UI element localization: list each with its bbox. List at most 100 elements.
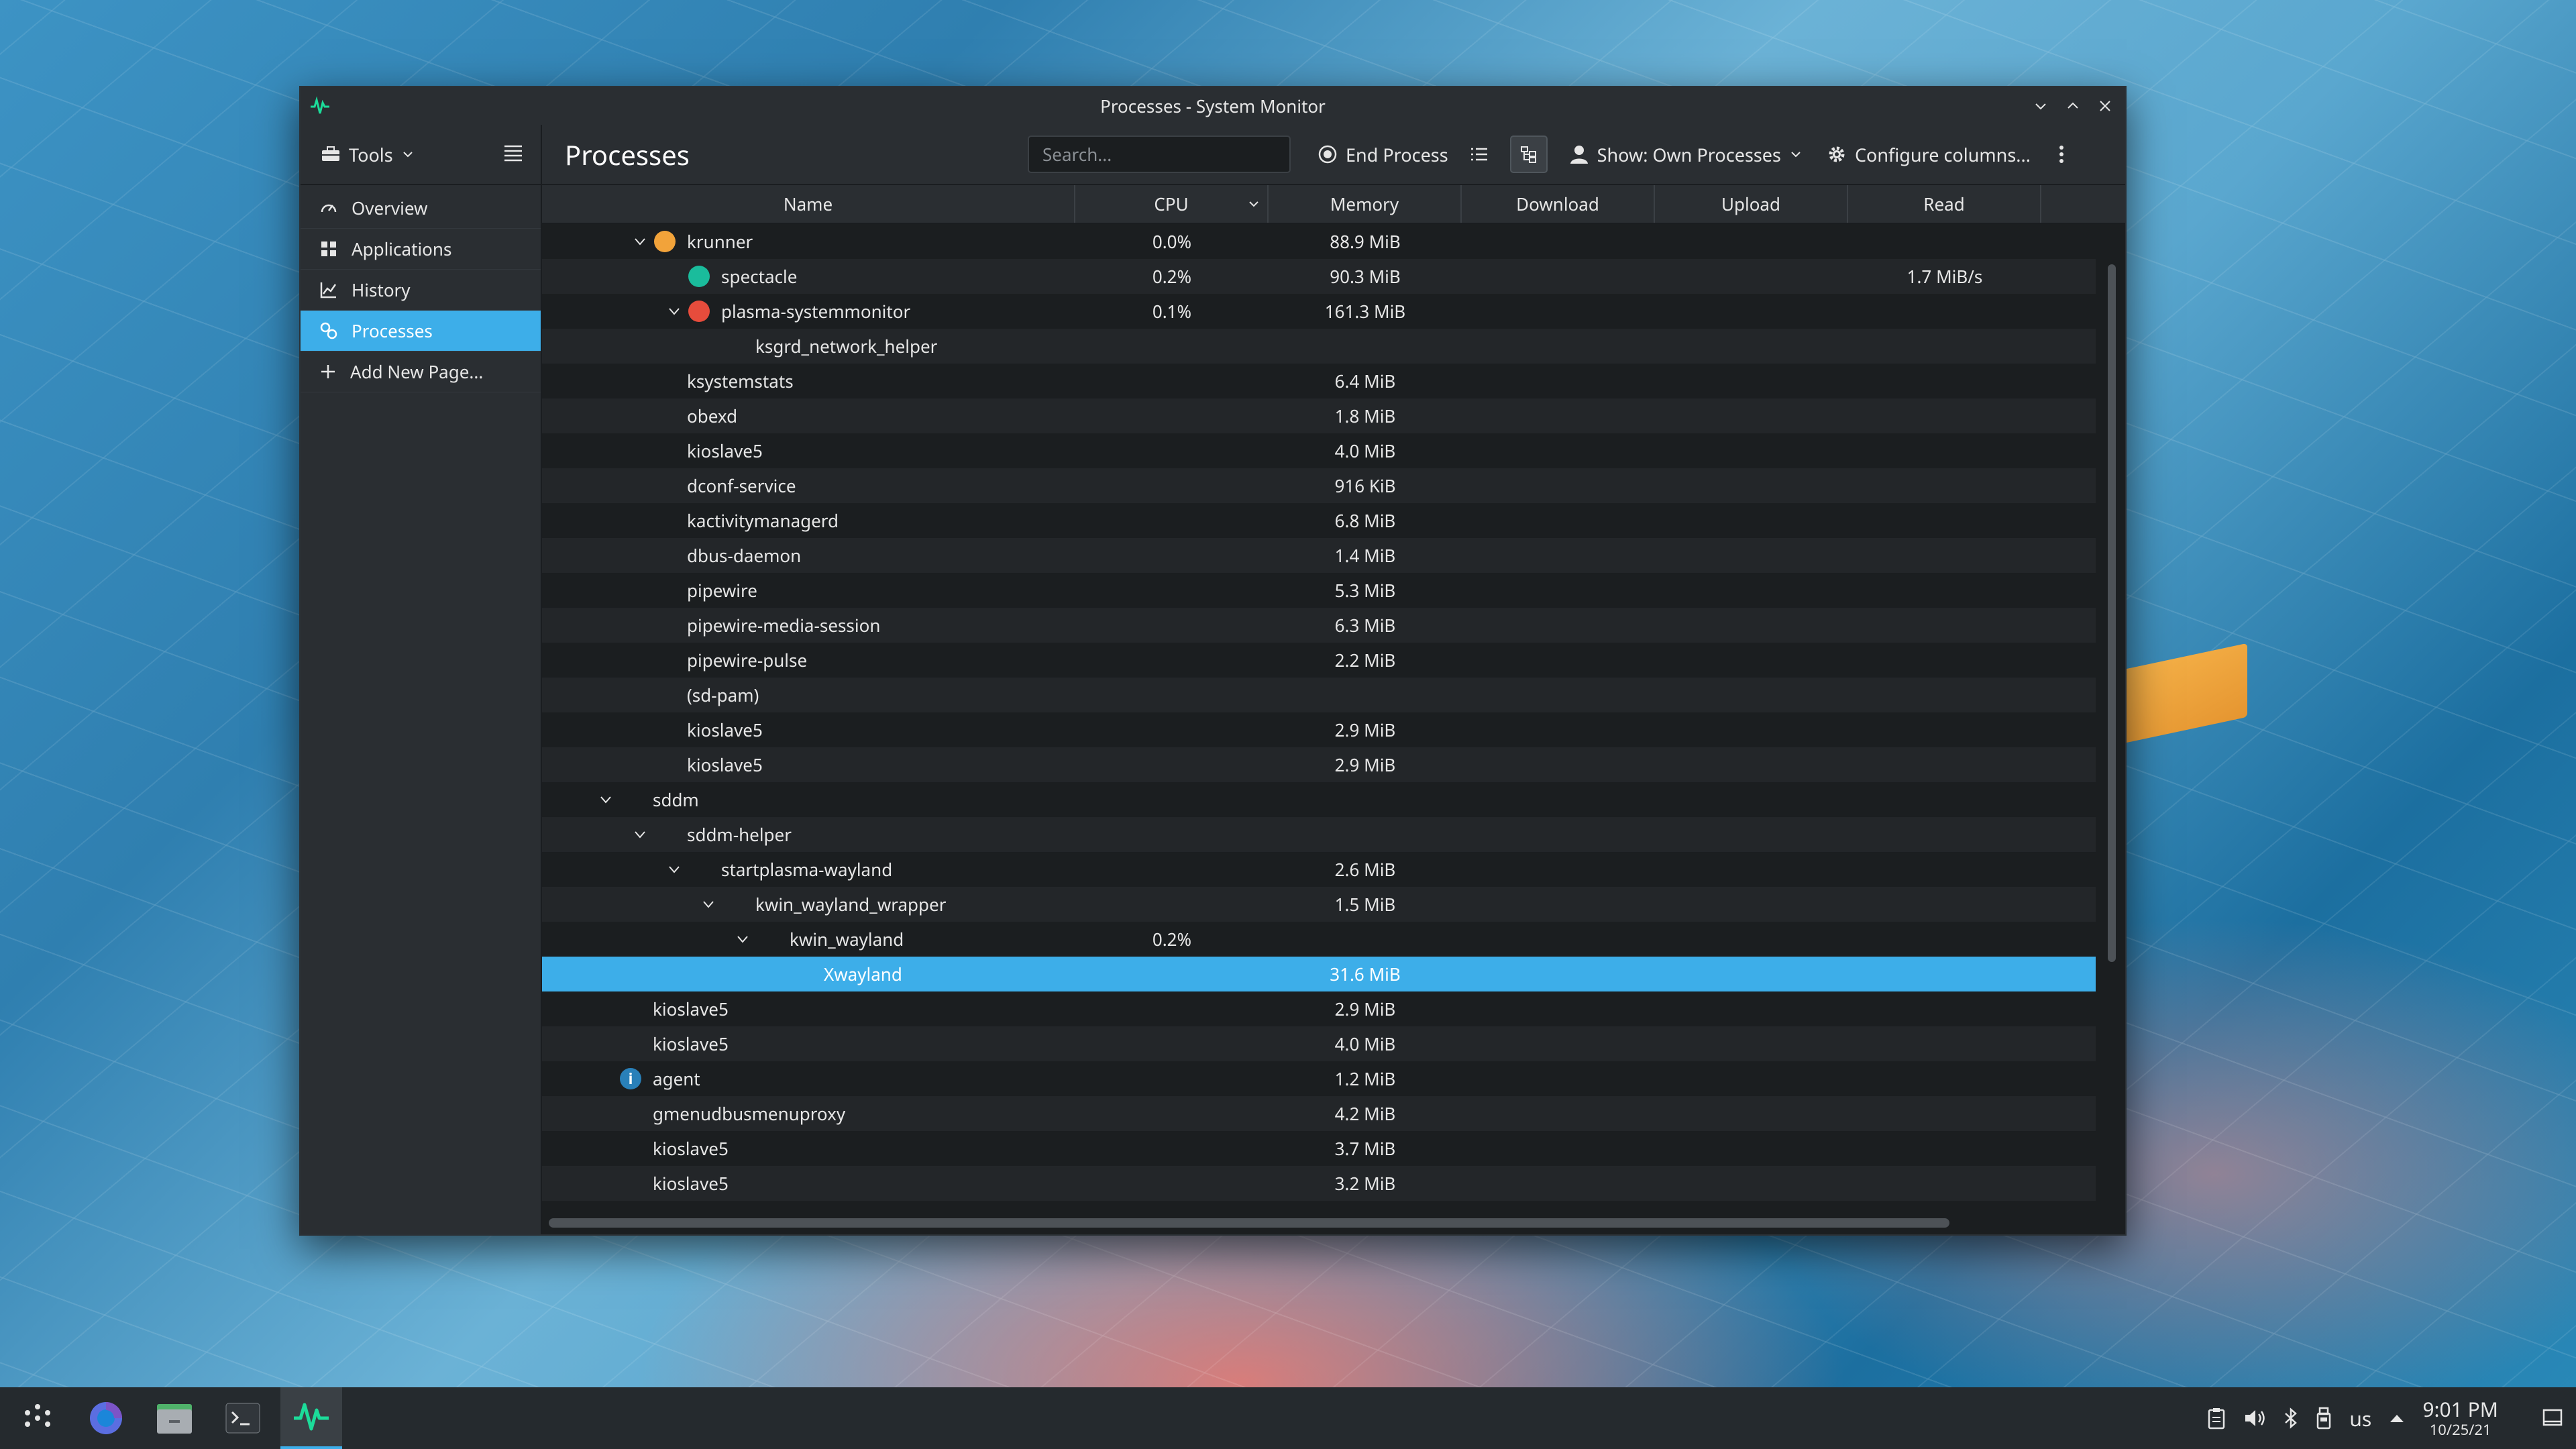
chevron-down-icon: [1791, 152, 1801, 158]
process-row[interactable]: startplasma-wayland 2.6 MiB: [542, 852, 2096, 887]
stop-circle-icon: [1318, 145, 1337, 164]
clipboard-icon[interactable]: [2207, 1407, 2226, 1430]
process-row[interactable]: kioslave5 4.0 MiB: [542, 1026, 2096, 1061]
process-row[interactable]: kioslave5 3.7 MiB: [542, 1131, 2096, 1166]
column-header-cpu[interactable]: CPU: [1075, 185, 1269, 223]
volume-icon[interactable]: [2243, 1408, 2266, 1428]
bluetooth-icon[interactable]: [2284, 1407, 2298, 1429]
process-row[interactable]: kioslave5 4.0 MiB: [542, 433, 2096, 468]
process-row[interactable]: plasma-systemmonitor 0.1% 161.3 MiB: [542, 294, 2096, 329]
show-processes-filter[interactable]: Show: Own Processes: [1557, 136, 1815, 173]
process-name-cell: plasma-systemmonitor: [542, 294, 1075, 329]
expand-chevron-icon[interactable]: [735, 931, 751, 947]
chart-icon: [320, 282, 337, 299]
close-button[interactable]: [2092, 93, 2118, 119]
search-input[interactable]: Search...: [1028, 136, 1291, 173]
process-row[interactable]: sddm: [542, 782, 2096, 817]
vertical-scrollbar[interactable]: [2101, 224, 2121, 1205]
process-row[interactable]: kioslave5 3.2 MiB: [542, 1166, 2096, 1201]
tray-expand-icon[interactable]: [2389, 1412, 2405, 1424]
process-name-cell: pipewire: [542, 573, 1075, 608]
column-header-memory[interactable]: Memory: [1269, 185, 1462, 223]
process-row[interactable]: kwin_wayland 0.2%: [542, 922, 2096, 957]
column-header-upload[interactable]: Upload: [1655, 185, 1848, 223]
process-name-cell: kioslave5: [542, 991, 1075, 1026]
title-bar[interactable]: Processes - System Monitor: [301, 87, 2125, 125]
taskbar-terminal[interactable]: [212, 1387, 274, 1449]
memory-cell: 6.3 MiB: [1334, 613, 1396, 637]
application-launcher-button[interactable]: [7, 1387, 68, 1449]
removable-device-icon[interactable]: [2316, 1407, 2332, 1430]
process-row[interactable]: ksgrd_network_helper: [542, 329, 2096, 364]
system-tray: us 9:01 PM 10/25/21: [2207, 1387, 2563, 1449]
process-name-cell: ksystemstats: [542, 364, 1075, 398]
minimize-button[interactable]: [2027, 93, 2054, 119]
process-row[interactable]: ksystemstats 6.4 MiB: [542, 364, 2096, 398]
gear-icon: [1829, 146, 1845, 162]
process-name: kwin_wayland: [790, 927, 904, 951]
process-row[interactable]: Xwayland 31.6 MiB: [542, 957, 2096, 991]
process-row[interactable]: kactivitymanagerd 6.8 MiB: [542, 503, 2096, 538]
expand-chevron-icon[interactable]: [598, 792, 614, 808]
keyboard-layout-indicator[interactable]: us: [2349, 1405, 2371, 1432]
process-row[interactable]: krunner 0.0% 88.9 MiB: [542, 224, 2096, 259]
system-monitor-window: Processes - System Monitor Tools Process…: [299, 86, 2127, 1236]
memory-cell: 5.3 MiB: [1334, 578, 1396, 602]
process-row[interactable]: kioslave5 2.9 MiB: [542, 991, 2096, 1026]
horizontal-scrollbar[interactable]: [546, 1214, 1955, 1230]
configure-columns-button[interactable]: Configure columns...: [1815, 136, 2043, 173]
process-row[interactable]: pipewire-media-session 6.3 MiB: [542, 608, 2096, 643]
chevron-up-icon: [2068, 102, 2078, 109]
column-header-download[interactable]: Download: [1462, 185, 1655, 223]
sidebar-item-label: Overview: [352, 196, 428, 220]
toolbar: Tools Processes Search... End Process Sh…: [301, 125, 2125, 185]
process-row[interactable]: kioslave5 2.9 MiB: [542, 712, 2096, 747]
expand-chevron-icon[interactable]: [666, 861, 682, 877]
process-row[interactable]: pipewire-pulse 2.2 MiB: [542, 643, 2096, 678]
process-row[interactable]: sddm-helper: [542, 817, 2096, 852]
process-row[interactable]: kioslave5 2.9 MiB: [542, 747, 2096, 782]
close-icon: [2100, 101, 2110, 111]
sidebar-item-overview[interactable]: Overview: [301, 188, 541, 229]
overflow-menu-button[interactable]: [2043, 136, 2080, 173]
sidebar-item-applications[interactable]: Applications: [301, 229, 541, 270]
sidebar-item-processes[interactable]: Processes: [301, 311, 541, 352]
expand-chevron-icon[interactable]: [666, 303, 682, 319]
read-cell: 1.7 MiB/s: [1907, 264, 1983, 288]
process-row[interactable]: kwin_wayland_wrapper 1.5 MiB: [542, 887, 2096, 922]
tools-menu-button[interactable]: Tools: [321, 142, 415, 167]
process-name-cell: pipewire-pulse: [542, 643, 1075, 678]
memory-cell: 2.2 MiB: [1334, 648, 1396, 672]
process-row[interactable]: spectacle 0.2% 90.3 MiB 1.7 MiB/s: [542, 259, 2096, 294]
hamburger-menu-button[interactable]: [503, 144, 523, 165]
horizontal-scrollbar-thumb[interactable]: [549, 1218, 1949, 1228]
sidebar-item-add-new-page[interactable]: Add New Page...: [301, 352, 541, 392]
process-name: pipewire-pulse: [687, 648, 808, 672]
digital-clock[interactable]: 9:01 PM 10/25/21: [2422, 1399, 2498, 1438]
expand-chevron-icon[interactable]: [700, 896, 716, 912]
vertical-scrollbar-thumb[interactable]: [2108, 264, 2116, 962]
process-row[interactable]: dbus-daemon 1.4 MiB: [542, 538, 2096, 573]
process-row[interactable]: pipewire 5.3 MiB: [542, 573, 2096, 608]
sidebar-item-history[interactable]: History: [301, 270, 541, 311]
process-row[interactable]: obexd 1.8 MiB: [542, 398, 2096, 433]
column-header-name[interactable]: Name: [542, 185, 1075, 223]
list-view-button[interactable]: [1460, 136, 1498, 173]
tree-view-button[interactable]: [1509, 136, 1548, 173]
column-header-read[interactable]: Read: [1848, 185, 2041, 223]
taskbar-file-manager[interactable]: [144, 1387, 205, 1449]
show-desktop-icon[interactable]: [2542, 1408, 2563, 1428]
process-row[interactable]: i agent 1.2 MiB: [542, 1061, 2096, 1096]
process-row[interactable]: (sd-pam): [542, 678, 2096, 712]
expand-chevron-icon[interactable]: [632, 826, 648, 843]
taskbar-system-monitor[interactable]: [280, 1387, 342, 1449]
process-row[interactable]: dconf-service 916 KiB: [542, 468, 2096, 503]
process-name-cell: obexd: [542, 398, 1075, 433]
end-process-button[interactable]: End Process: [1305, 136, 1460, 173]
maximize-button[interactable]: [2059, 93, 2086, 119]
expand-chevron-icon[interactable]: [632, 233, 648, 250]
taskbar-discover[interactable]: [75, 1387, 137, 1449]
process-row[interactable]: gmenudbusmenuproxy 4.2 MiB: [542, 1096, 2096, 1131]
process-name: dconf-service: [687, 474, 796, 498]
discover-icon: [90, 1402, 122, 1434]
